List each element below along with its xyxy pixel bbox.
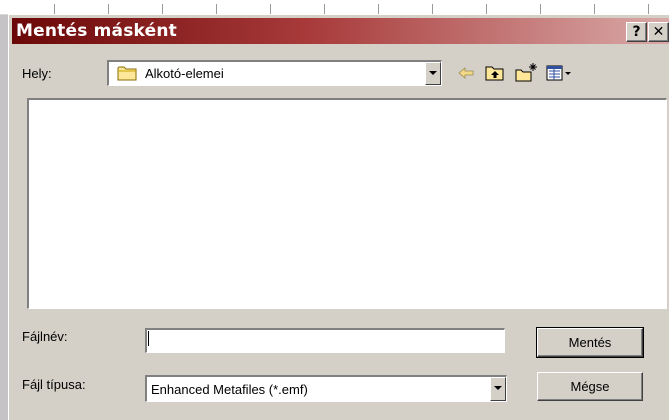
close-button[interactable]: ✕ [648,22,669,42]
ruler-tick [54,4,55,14]
background-strip [0,0,669,15]
up-folder-icon[interactable] [484,62,506,84]
ruler-tick [648,4,649,14]
file-type-label: Fájl típusa: [22,377,86,392]
file-name-label: Fájlnév: [22,329,68,344]
dialog-title: Mentés másként [16,21,177,41]
file-type-value: Enhanced Metafiles (*.emf) [151,382,308,397]
file-name-field-wrap [145,328,505,353]
back-arrow-icon[interactable] [456,62,476,84]
ruler-tick [324,4,325,14]
save-as-dialog: Mentés másként ? ✕ Hely: Alkotó-elemei F… [8,14,669,420]
chevron-down-icon[interactable] [490,377,506,401]
location-label: Hely: [22,66,52,81]
ruler-tick [540,4,541,14]
ruler-tick [594,4,595,14]
new-folder-icon[interactable] [514,62,538,84]
cancel-button[interactable]: Mégse [537,372,643,401]
file-list[interactable] [27,98,667,309]
ruler-tick [270,4,271,14]
ruler-tick [378,4,379,14]
file-type-dropdown[interactable]: Enhanced Metafiles (*.emf) [145,375,507,402]
location-dropdown[interactable]: Alkotó-elemei [107,60,442,86]
save-button[interactable]: Mentés [536,327,644,358]
text-caret [148,331,149,346]
folder-icon [117,66,137,81]
close-icon: ✕ [652,24,665,40]
ruler-tick [432,4,433,14]
view-menu-icon[interactable] [546,62,572,84]
file-name-input[interactable] [145,328,505,353]
chevron-down-icon[interactable] [425,62,441,85]
ruler-tick [108,4,109,14]
title-bar[interactable]: Mentés másként ? ✕ [12,18,669,44]
help-button[interactable]: ? [626,22,647,42]
ruler-tick [216,4,217,14]
help-icon: ? [632,24,641,40]
ruler-tick [486,4,487,14]
ruler-tick [162,4,163,14]
location-value: Alkotó-elemei [145,66,224,81]
